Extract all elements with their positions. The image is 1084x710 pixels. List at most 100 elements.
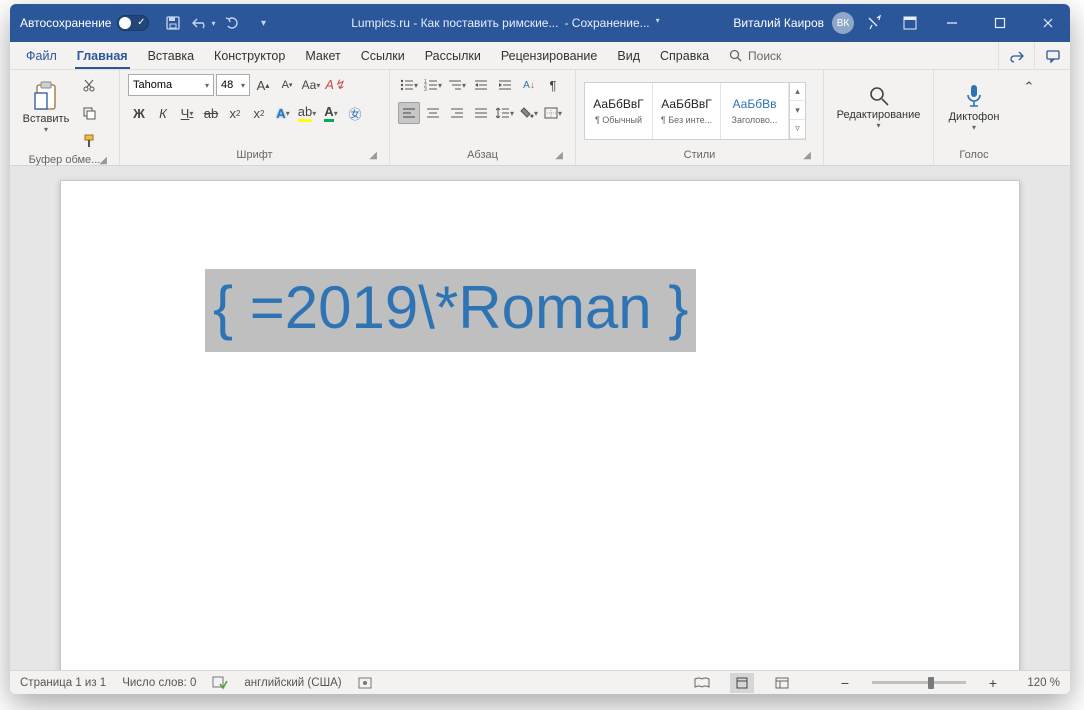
tab-review[interactable]: Рецензирование [491, 42, 608, 69]
paragraph-group-label: Абзац [467, 149, 498, 161]
style-normal[interactable]: АаБбВвГ ¶ Обычный [585, 83, 653, 139]
tab-mailings[interactable]: Рассылки [415, 42, 491, 69]
redo-button[interactable] [219, 10, 247, 36]
strikethrough-button[interactable]: ab [200, 102, 222, 124]
multilevel-button[interactable]: ▾ [446, 74, 468, 96]
share-button[interactable] [998, 42, 1034, 69]
tab-home[interactable]: Главная [67, 42, 138, 69]
bullets-button[interactable]: ▾ [398, 74, 420, 96]
subscript-button[interactable]: x2 [224, 102, 246, 124]
show-marks-button[interactable]: ¶ [542, 74, 564, 96]
gallery-scroll: ▴ ▾ ▿ [789, 83, 805, 139]
style-nospacing[interactable]: АаБбВвГ ¶ Без инте... [653, 83, 721, 139]
tab-references[interactable]: Ссылки [351, 42, 415, 69]
copy-button[interactable] [78, 102, 100, 124]
zoom-thumb[interactable] [928, 677, 934, 689]
editing-button[interactable]: Редактирование ▾ [832, 74, 925, 140]
grow-font-button[interactable]: A▴ [252, 74, 274, 96]
maximize-button[interactable] [978, 4, 1022, 42]
ribbon: Вставить ▾ Буфер обме...◢ Tahoma▾ 48▾ [10, 70, 1070, 166]
borders-button[interactable]: ▾ [542, 102, 564, 124]
document-page[interactable]: { =2019\*Roman } [60, 180, 1020, 670]
print-layout-button[interactable] [730, 673, 754, 693]
tab-design[interactable]: Конструктор [204, 42, 295, 69]
bold-button[interactable]: Ж [128, 102, 150, 124]
tab-file[interactable]: Файл [16, 42, 67, 69]
clipboard-group-label: Буфер обме... [29, 154, 101, 166]
language-indicator[interactable]: английский (США) [244, 677, 341, 689]
statusbar: Страница 1 из 1 Число слов: 0 английский… [10, 670, 1070, 694]
font-size-combo[interactable]: 48▾ [216, 74, 250, 96]
document-area[interactable]: { =2019\*Roman } [10, 166, 1070, 670]
coming-soon-button[interactable] [858, 4, 890, 42]
highlight-button[interactable]: ab▾ [296, 102, 318, 124]
text-effects-button[interactable]: A▾ [272, 102, 294, 124]
autosave-toggle[interactable]: ✓ [117, 15, 149, 31]
justify-button[interactable] [470, 102, 492, 124]
paragraph-launcher[interactable]: ◢ [555, 150, 563, 161]
change-case-button[interactable]: Aa▾ [300, 74, 322, 96]
decrease-indent-button[interactable] [470, 74, 492, 96]
align-right-button[interactable] [446, 102, 468, 124]
avatar[interactable]: ВК [832, 12, 854, 34]
tab-layout[interactable]: Макет [295, 42, 350, 69]
line-spacing-button[interactable]: ▾ [494, 102, 516, 124]
page-indicator[interactable]: Страница 1 из 1 [20, 677, 106, 689]
gallery-down[interactable]: ▾ [790, 101, 805, 120]
minimize-button[interactable] [930, 4, 974, 42]
tab-help[interactable]: Справка [650, 42, 719, 69]
format-painter-button[interactable] [78, 130, 100, 152]
dictate-button[interactable]: Диктофон ▾ [946, 74, 1002, 140]
web-layout-button[interactable] [770, 673, 794, 693]
superscript-button[interactable]: x2 [248, 102, 270, 124]
ribbon-display-button[interactable] [894, 4, 926, 42]
numbering-button[interactable]: 123▾ [422, 74, 444, 96]
collapse-ribbon-button[interactable]: ⌃ [1018, 76, 1040, 98]
field-code-selection[interactable]: { =2019\*Roman } [205, 269, 696, 352]
comments-button[interactable] [1034, 42, 1070, 69]
font-name-combo[interactable]: Tahoma▾ [128, 74, 214, 96]
font-name-value: Tahoma [133, 79, 172, 91]
cut-button[interactable] [78, 74, 100, 96]
close-button[interactable] [1026, 4, 1070, 42]
zoom-level[interactable]: 120 % [1020, 677, 1060, 689]
style-heading1[interactable]: АаБбВв Заголово... [721, 83, 789, 139]
increase-indent-button[interactable] [494, 74, 516, 96]
spellcheck-button[interactable] [212, 676, 228, 690]
styles-gallery: АаБбВвГ ¶ Обычный АаБбВвГ ¶ Без инте... … [584, 82, 806, 140]
underline-button[interactable]: Ч▾ [176, 102, 198, 124]
clipboard-launcher[interactable]: ◢ [99, 155, 107, 166]
tab-insert[interactable]: Вставка [138, 42, 204, 69]
zoom-out-button[interactable]: − [834, 672, 856, 694]
italic-button[interactable]: К [152, 102, 174, 124]
chevron-down-icon: ▾ [656, 16, 660, 30]
styles-launcher[interactable]: ◢ [803, 150, 811, 161]
zoom-in-button[interactable]: + [982, 672, 1004, 694]
paste-button[interactable]: Вставить ▾ [18, 74, 74, 140]
align-center-button[interactable] [422, 102, 444, 124]
zoom-slider[interactable] [872, 681, 966, 684]
autosave-label: Автосохранение [20, 16, 111, 30]
clear-formatting-button[interactable]: A↯ [324, 74, 346, 96]
gallery-up[interactable]: ▴ [790, 83, 805, 102]
search-icon [868, 85, 890, 107]
enclose-button[interactable]: ㊛ [344, 102, 366, 124]
chevron-down-icon: ▾ [44, 125, 48, 134]
shading-button[interactable]: ▾ [518, 102, 540, 124]
shrink-font-button[interactable]: A▾ [276, 74, 298, 96]
tab-view[interactable]: Вид [607, 42, 650, 69]
undo-button[interactable]: ▾ [189, 10, 217, 36]
macro-button[interactable] [358, 677, 372, 689]
font-color-button[interactable]: A▾ [320, 102, 342, 124]
align-left-button[interactable] [398, 102, 420, 124]
sort-button[interactable]: A↓ [518, 74, 540, 96]
word-count[interactable]: Число слов: 0 [122, 677, 196, 689]
user-name[interactable]: Виталий Каиров [733, 16, 824, 30]
search-box[interactable]: Поиск [719, 42, 791, 69]
save-button[interactable] [159, 10, 187, 36]
group-clipboard: Вставить ▾ Буфер обме...◢ [10, 70, 120, 165]
gallery-more[interactable]: ▿ [790, 120, 805, 139]
font-launcher[interactable]: ◢ [369, 150, 377, 161]
read-mode-button[interactable] [690, 673, 714, 693]
qat-customize[interactable]: ▾ [249, 10, 277, 36]
